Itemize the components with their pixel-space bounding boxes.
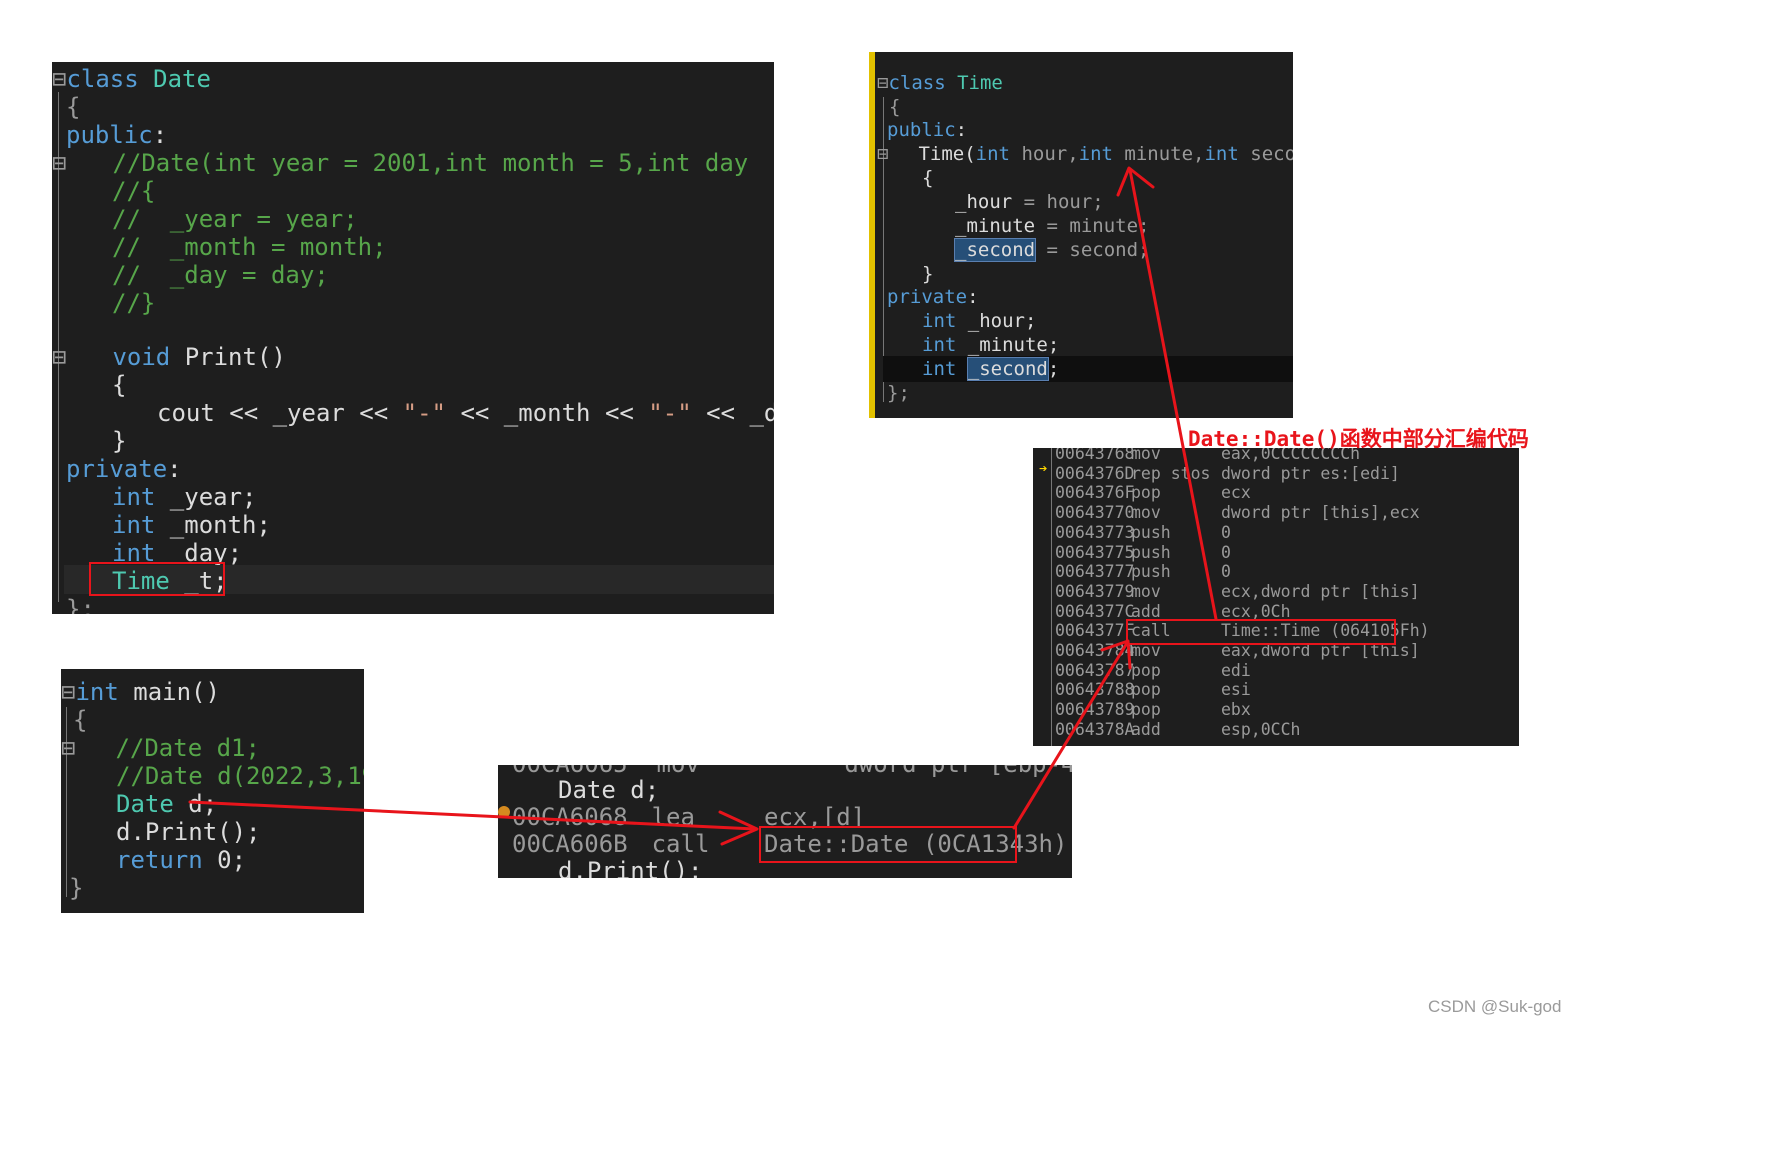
arrow-main-to-asm xyxy=(188,800,757,831)
arrow-asm-to-ctor xyxy=(1012,641,1129,830)
annotation-arrows xyxy=(188,166,1218,846)
arrow-ctor-to-time xyxy=(1128,168,1218,621)
watermark: CSDN @Suk-god xyxy=(1428,997,1562,1016)
